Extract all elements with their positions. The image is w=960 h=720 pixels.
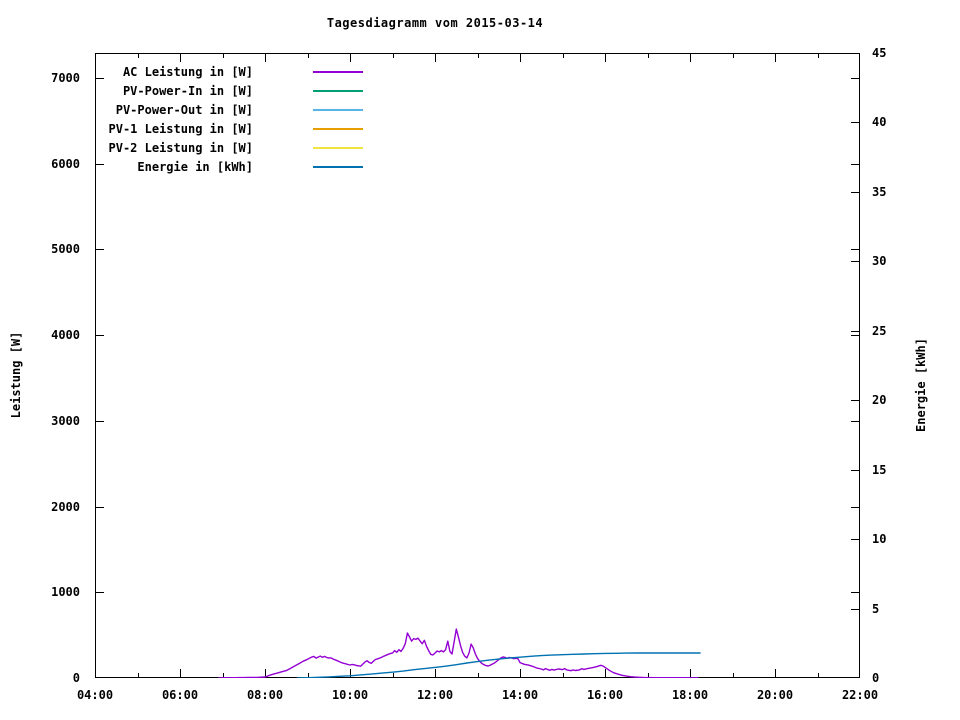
y2-tick-label: 5 <box>872 601 880 616</box>
plot-border <box>95 53 860 678</box>
y2-tick-label: 20 <box>872 393 887 408</box>
x-tick-label: 20:00 <box>756 688 794 702</box>
x-tick-label: 22:00 <box>841 688 879 702</box>
y2-tick-label: 10 <box>872 532 887 547</box>
y2-tick-label: 35 <box>872 184 887 199</box>
y1-tick-label: 6000 <box>51 156 80 171</box>
x-tick-label: 06:00 <box>161 688 199 702</box>
y1-tick-label: 4000 <box>51 328 80 343</box>
y1-tick-label: 0 <box>72 671 80 685</box>
y2-tick-label: 0 <box>872 671 880 685</box>
y-axis-label-right: Energie [kWh] <box>914 338 928 432</box>
y2-tick-label: 45 <box>872 46 887 60</box>
y1-tick-label: 7000 <box>51 71 80 86</box>
y1-tick-label: 1000 <box>51 585 80 600</box>
x-tick-label: 14:00 <box>501 688 539 702</box>
x-tick-label: 18:00 <box>671 688 709 702</box>
chart-title: Tagesdiagramm vom 2015-03-14 <box>326 16 544 30</box>
chart-canvas: Tagesdiagramm vom 2015-03-14 Leistung [W… <box>0 0 960 720</box>
y1-tick-label: 3000 <box>51 413 80 428</box>
plot-area <box>95 53 860 678</box>
y1-tick-label: 2000 <box>51 499 80 514</box>
x-tick-label: 16:00 <box>586 688 624 702</box>
y2-tick-label: 25 <box>872 323 887 338</box>
y2-tick-label: 15 <box>872 462 887 477</box>
y2-tick-label: 40 <box>872 115 887 130</box>
y1-tick-label: 5000 <box>51 242 80 257</box>
x-tick-label: 10:00 <box>331 688 369 702</box>
x-tick-label: 08:00 <box>246 688 284 702</box>
y2-tick-label: 30 <box>872 254 887 269</box>
x-tick-label: 12:00 <box>416 688 454 702</box>
x-tick-label: 04:00 <box>76 688 114 702</box>
y-axis-label-left: Leistung [W] <box>9 331 23 419</box>
